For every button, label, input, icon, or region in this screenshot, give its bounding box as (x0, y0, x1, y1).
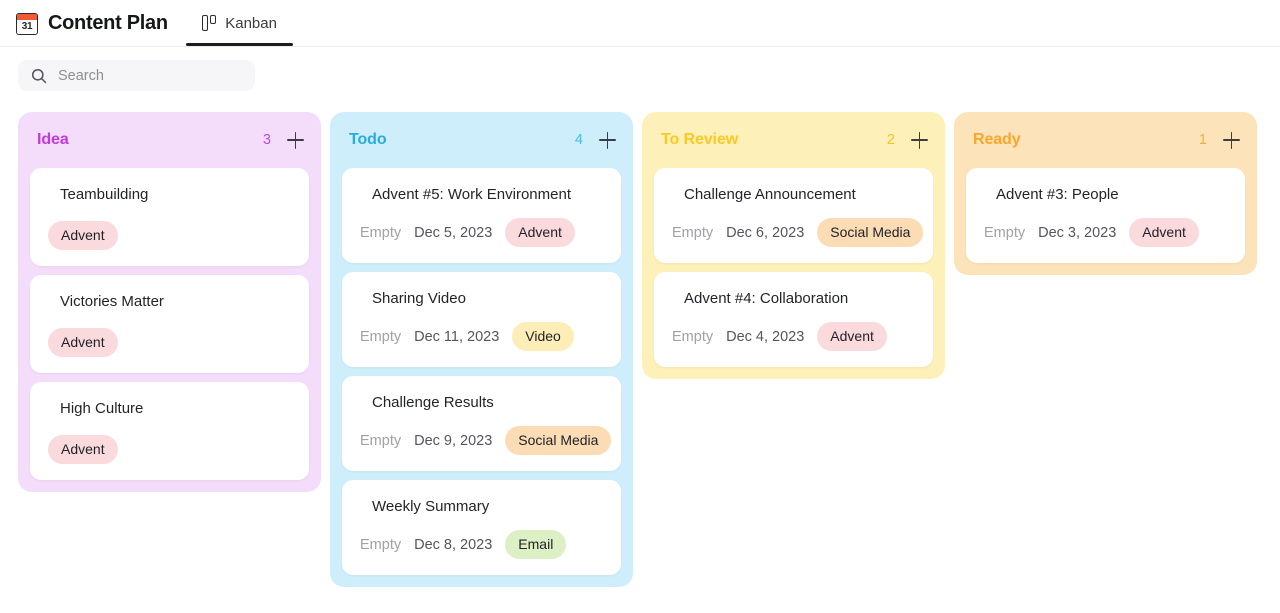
kanban-card[interactable]: Advent #5: Work Environment Empty Dec 5, 2… (342, 168, 621, 263)
card-date[interactable]: Dec 4, 2023 (726, 329, 804, 345)
column-card-count: 3 (262, 132, 271, 148)
column-card-list: Teambuilding Advent Victories Matter Advent… (18, 168, 321, 480)
column-title: Ready (973, 131, 1021, 148)
card-title: Challenge Announcement (684, 186, 856, 203)
card-assignee-empty[interactable]: Empty (360, 433, 401, 449)
column-card-list: Advent #3: People Empty Dec 3, 2023 Advent (954, 168, 1257, 263)
card-tag[interactable]: Video (512, 322, 574, 351)
card-title: Advent #5: Work Environment (372, 186, 571, 203)
card-title: Advent #4: Collaboration (684, 290, 849, 307)
kanban-column: Idea 3 Teambuilding Advent Victories Matter A… (18, 112, 321, 492)
column-card-list: Challenge Announcement Empty Dec 6, 2023 So… (642, 168, 945, 367)
kanban-card[interactable]: Weekly Summary Empty Dec 8, 2023 Email (342, 480, 621, 575)
card-tag[interactable]: Advent (48, 221, 118, 250)
card-date[interactable]: Dec 5, 2023 (414, 225, 492, 241)
column-title: To Review (661, 131, 739, 148)
card-tag[interactable]: Advent (817, 322, 887, 351)
card-title: Advent #3: People (996, 186, 1119, 203)
card-meta: Empty Dec 11, 2023 Video (360, 322, 603, 351)
kanban-icon (201, 15, 217, 31)
card-assignee-empty[interactable]: Empty (360, 329, 401, 345)
card-meta: Empty Dec 5, 2023 Advent (360, 218, 603, 247)
kanban-card[interactable]: Challenge Results Empty Dec 9, 2023 Social … (342, 376, 621, 471)
kanban-column: Ready 1 Advent #3: People Empty Dec 3, 2023 A… (954, 112, 1257, 275)
kanban-card[interactable]: High Culture Advent (30, 382, 309, 480)
kanban-card[interactable]: Advent #3: People Empty Dec 3, 2023 Advent (966, 168, 1245, 263)
search-input[interactable]: Search (18, 60, 255, 91)
add-card-button[interactable] (287, 131, 304, 149)
card-meta: Empty Dec 3, 2023 Advent (984, 218, 1227, 247)
column-title: Idea (37, 131, 69, 148)
card-date[interactable]: Dec 11, 2023 (414, 329, 499, 345)
card-tag[interactable]: Advent (48, 328, 118, 357)
view-tabs: Kanban (185, 0, 294, 47)
card-meta: Empty Dec 8, 2023 Email (360, 530, 603, 559)
app-brand: 31 Content Plan (16, 0, 168, 46)
kanban-board: Idea 3 Teambuilding Advent Victories Matter A… (0, 91, 1280, 587)
card-tag[interactable]: Email (505, 530, 567, 559)
column-title: Todo (349, 131, 387, 148)
kanban-card[interactable]: Advent #4: Collaboration Empty Dec 4, 2023… (654, 272, 933, 367)
top-bar: 31 Content Plan Kanban (0, 0, 1280, 47)
card-meta: Empty Dec 9, 2023 Social Media (360, 426, 612, 455)
card-meta: Empty Dec 6, 2023 Social Media (672, 218, 924, 247)
search-bar-row: Search (0, 47, 1280, 91)
card-assignee-empty[interactable]: Empty (984, 225, 1025, 241)
add-card-button[interactable] (911, 131, 928, 149)
card-tag[interactable]: Advent (505, 218, 575, 247)
card-assignee-empty[interactable]: Empty (672, 225, 713, 241)
card-title: Weekly Summary (372, 498, 490, 515)
card-title: Sharing Video (372, 290, 466, 307)
card-tag[interactable]: Social Media (505, 426, 612, 455)
card-assignee-empty[interactable]: Empty (360, 225, 401, 241)
card-date[interactable]: Dec 3, 2023 (1038, 225, 1116, 241)
column-header: Idea 3 (18, 112, 321, 168)
kanban-card[interactable]: Victories Matter Advent (30, 275, 309, 373)
tab-kanban[interactable]: Kanban (185, 0, 294, 46)
add-card-button[interactable] (599, 131, 616, 149)
column-card-count: 2 (886, 132, 895, 148)
column-card-list: Advent #5: Work Environment Empty Dec 5, 2… (330, 168, 633, 575)
kanban-card[interactable]: Teambuilding Advent (30, 168, 309, 266)
column-header: Todo 4 (330, 112, 633, 168)
card-tag[interactable]: Advent (48, 435, 118, 464)
card-assignee-empty[interactable]: Empty (360, 537, 401, 553)
search-placeholder: Search (58, 67, 104, 84)
column-header: To Review 2 (642, 112, 945, 168)
card-date[interactable]: Dec 8, 2023 (414, 537, 492, 553)
card-title: Teambuilding (60, 186, 149, 203)
search-icon (31, 68, 47, 83)
card-title: High Culture (60, 400, 144, 417)
card-tag[interactable]: Advent (1129, 218, 1199, 247)
kanban-card[interactable]: Challenge Announcement Empty Dec 6, 2023 So… (654, 168, 933, 263)
add-card-button[interactable] (1223, 131, 1240, 149)
card-meta: Advent (48, 328, 291, 357)
card-title: Challenge Results (372, 394, 494, 411)
column-card-count: 1 (1198, 132, 1207, 148)
card-meta: Empty Dec 4, 2023 Advent (672, 322, 915, 351)
calendar-icon: 31 (16, 12, 38, 35)
column-header: Ready 1 (954, 112, 1257, 168)
card-date[interactable]: Dec 9, 2023 (414, 433, 492, 449)
kanban-card[interactable]: Sharing Video Empty Dec 11, 2023 Video (342, 272, 621, 367)
card-meta: Advent (48, 221, 291, 250)
page-title: Content Plan (48, 12, 168, 34)
card-title: Victories Matter (60, 293, 164, 310)
calendar-icon-day: 31 (21, 20, 33, 32)
tab-kanban-label: Kanban (225, 14, 277, 32)
card-date[interactable]: Dec 6, 2023 (726, 225, 804, 241)
card-meta: Advent (48, 435, 291, 464)
kanban-column: Todo 4 Advent #5: Work Environment Empty Dec… (330, 112, 633, 587)
column-card-count: 4 (574, 132, 583, 148)
card-assignee-empty[interactable]: Empty (672, 329, 713, 345)
card-tag[interactable]: Social Media (817, 218, 924, 247)
kanban-column: To Review 2 Challenge Announcement Empty Dec… (642, 112, 945, 379)
